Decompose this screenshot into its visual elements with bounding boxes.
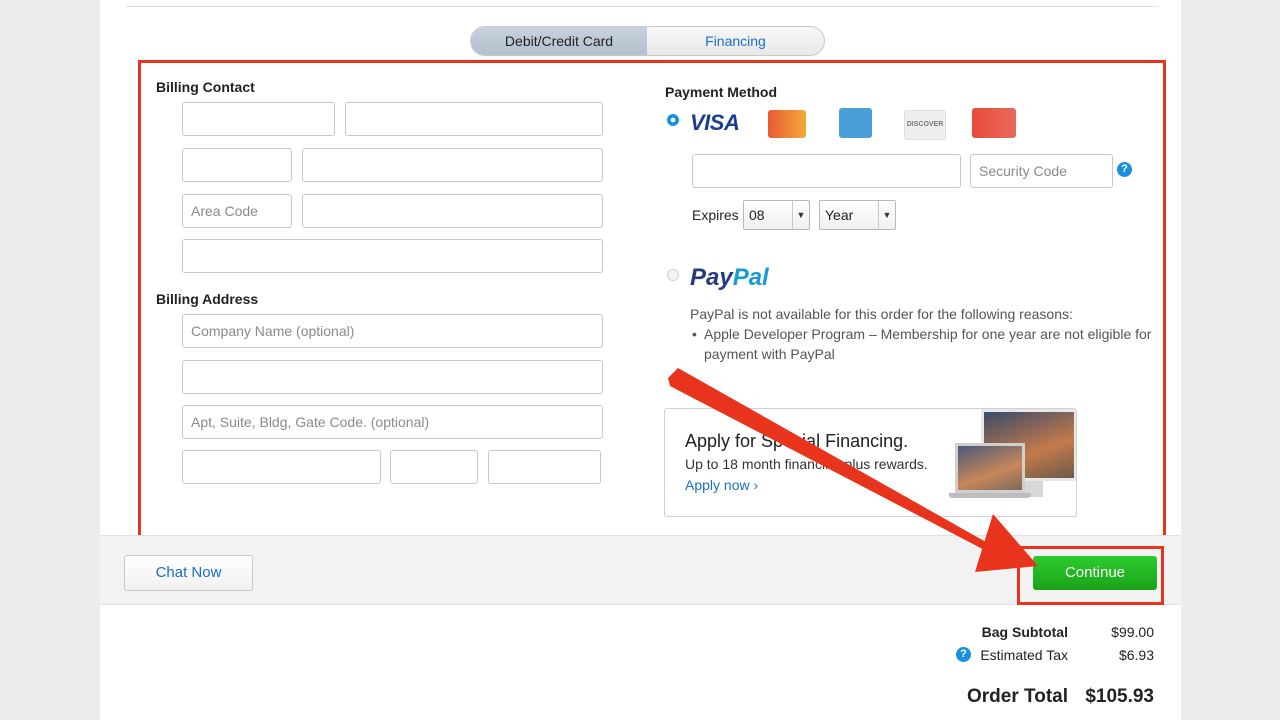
macbook-image (955, 443, 1025, 493)
paypal-radio[interactable] (667, 269, 679, 281)
state-field[interactable] (390, 450, 478, 484)
security-code-field[interactable] (970, 154, 1113, 188)
payment-method-title: Payment Method (665, 84, 778, 100)
estimated-tax-label: Estimated Tax (980, 647, 1068, 663)
continue-button[interactable]: Continue (1033, 556, 1157, 590)
area-code-field[interactable] (182, 194, 292, 228)
bag-subtotal-label: Bag Subtotal (981, 624, 1068, 640)
credit-card-radio[interactable] (667, 114, 679, 126)
tab-debit-credit-card[interactable]: Debit/Credit Card (471, 27, 647, 55)
paypal-logo: PayPal (690, 264, 769, 292)
paypal-unavailable-note: PayPal is not available for this order f… (690, 306, 1073, 322)
email-field[interactable] (302, 148, 603, 182)
mastercard-logo (768, 110, 806, 138)
order-total-value: $105.93 (1085, 686, 1154, 707)
card-number-field[interactable] (692, 154, 961, 188)
promo-subtitle: Up to 18 month financing plus rewards. (685, 456, 928, 472)
expires-year-select[interactable]: Year ▼ (819, 200, 896, 230)
country-code-field[interactable] (182, 148, 292, 182)
expires-month-value: 08 (749, 207, 765, 223)
city-field[interactable] (182, 450, 381, 484)
discover-logo: DISCOVER (904, 110, 946, 140)
billing-address-title: Billing Address (156, 291, 259, 307)
bullet-icon: • (692, 326, 697, 342)
apply-now-link[interactable]: Apply now › (685, 477, 758, 493)
security-code-help-icon[interactable]: ? (1117, 162, 1132, 177)
payment-tabs: Debit/Credit Card Financing (470, 26, 825, 56)
chevron-down-icon: ▼ (878, 201, 895, 229)
expires-label: Expires (692, 207, 739, 223)
contact-extra-field[interactable] (182, 239, 603, 273)
expires-year-value: Year (825, 207, 854, 223)
tab-financing[interactable]: Financing (647, 27, 824, 55)
amex-logo (839, 108, 872, 138)
visa-logo: VISA (690, 110, 740, 135)
last-name-field[interactable] (345, 102, 603, 136)
paypal-logo-part2: Pal (732, 264, 769, 291)
billing-contact-title: Billing Contact (156, 79, 255, 95)
estimated-tax-value: $6.93 (1118, 647, 1154, 663)
order-total-label: Order Total (967, 686, 1068, 707)
chat-now-button[interactable]: Chat Now (124, 555, 253, 591)
top-divider (126, 6, 1158, 7)
paypal-logo-part1: Pay (690, 264, 733, 291)
company-name-field[interactable] (182, 314, 603, 348)
financing-promo[interactable]: Apply for Special Financing. Up to 18 mo… (664, 408, 1077, 517)
expires-month-select[interactable]: 08 ▼ (743, 200, 810, 230)
bag-subtotal-value: $99.00 (1111, 624, 1154, 640)
street-address-field[interactable] (182, 360, 603, 394)
zip-field[interactable] (488, 450, 601, 484)
phone-field[interactable] (302, 194, 603, 228)
apt-suite-field[interactable] (182, 405, 603, 439)
unionpay-logo (972, 108, 1016, 138)
macbook-base (949, 493, 1031, 498)
paypal-reason: Apple Developer Program – Membership for… (704, 326, 1152, 362)
promo-title: Apply for Special Financing. (685, 431, 909, 451)
first-name-field[interactable] (182, 102, 335, 136)
chevron-down-icon: ▼ (792, 201, 809, 229)
